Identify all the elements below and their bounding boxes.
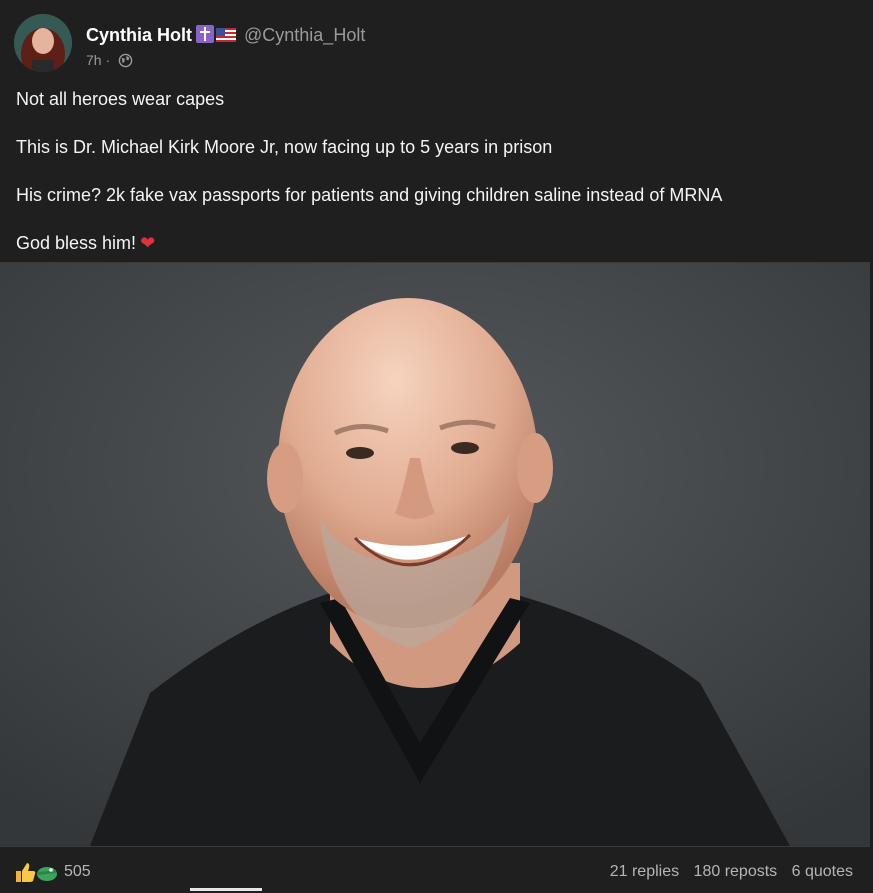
post-text: Not all heroes wear capes This is Dr. Mi… (16, 88, 856, 280)
reposts-link[interactable]: 180 reposts (694, 863, 778, 880)
author-line: Cynthia Holt @Cynthia_Holt (86, 24, 365, 46)
post-stats: 21 replies 180 reposts 6 quotes (600, 863, 853, 881)
heart-icon: ❤ (140, 233, 156, 253)
post-image[interactable] (0, 262, 870, 847)
reaction-count[interactable]: 505 (64, 863, 91, 881)
replies-link[interactable]: 21 replies (610, 863, 679, 880)
post-line: This is Dr. Michael Kirk Moore Jr, now f… (16, 137, 553, 157)
post-meta: 7h · (86, 52, 133, 71)
gator-icon (37, 867, 57, 881)
author-handle[interactable]: @Cynthia_Holt (244, 25, 365, 45)
scroll-indicator (190, 888, 262, 891)
quotes-link[interactable]: 6 quotes (792, 863, 853, 880)
post-card: Cynthia Holt @Cynthia_Holt 7h · Not all h… (0, 0, 873, 893)
post-line-last: God bless him! ❤ (16, 232, 856, 254)
post-line: His crime? 2k fake vax passports for pat… (16, 185, 723, 205)
avatar[interactable] (14, 14, 72, 72)
meta-separator: · (105, 52, 111, 68)
cross-badge-icon (196, 25, 214, 43)
reaction-icons[interactable] (14, 860, 58, 889)
post-line: God bless him! (16, 233, 137, 253)
post-time[interactable]: 7h (86, 52, 102, 68)
photo-of-smiling-bald-man-in-scrubs (0, 263, 870, 846)
author-name[interactable]: Cynthia Holt (86, 25, 192, 45)
globe-icon (118, 53, 133, 71)
post-footer: 505 21 replies 180 reposts 6 quotes (0, 852, 873, 893)
post-line: Not all heroes wear capes (16, 89, 225, 109)
us-flag-icon (216, 28, 236, 42)
thumbs-up-icon (16, 863, 36, 882)
